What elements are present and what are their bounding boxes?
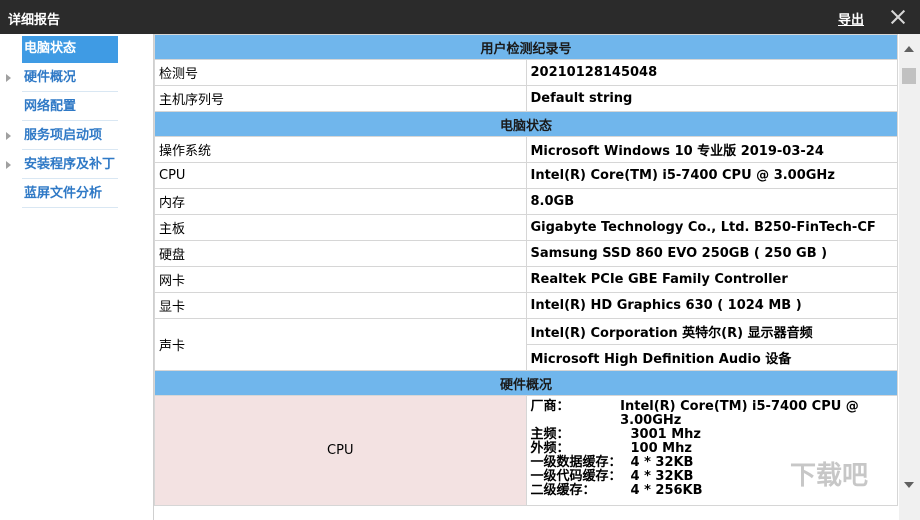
close-icon[interactable] [889, 8, 907, 26]
sidebar-item-label: 安装程序及补丁 [24, 157, 116, 172]
scroll-down-icon[interactable] [904, 482, 914, 488]
sidebar-item-network[interactable]: 网络配置 [22, 94, 118, 121]
table-row: CPU Intel(R) Core(TM) i5-7400 CPU @ 3.00G… [154, 162, 898, 189]
sidebar-item-bsod[interactable]: 蓝屏文件分析 [22, 181, 118, 208]
sidebar-item-label: 电脑状态 [24, 41, 77, 56]
table-row: 主机序列号 Default string [154, 85, 898, 112]
chevron-right-icon[interactable] [6, 132, 11, 140]
table-row: 主板 Gigabyte Technology Co., Ltd. B250-Fin… [154, 214, 898, 241]
scroll-up-icon[interactable] [904, 46, 914, 52]
table-row: 硬盘 Samsung SSD 860 EVO 250GB ( 250 GB ) [154, 240, 898, 267]
scroll-thumb[interactable] [902, 68, 916, 84]
sidebar-item-services[interactable]: 服务项启动项 [22, 123, 118, 150]
sidebar-item-installed[interactable]: 安装程序及补丁 [22, 152, 118, 179]
section-header-hardware: 硬件概况 [154, 370, 898, 396]
window-title: 详细报告 [8, 13, 61, 28]
watermark-logo: 下载吧 [790, 461, 869, 491]
sidebar-item-hardware[interactable]: 硬件概况 [22, 65, 118, 92]
sidebar-item-label: 服务项启动项 [24, 128, 103, 143]
table-row: 内存 8.0GB [154, 188, 898, 215]
table-row: 声卡 Intel(R) Corporation 英特尔(R) 显示器音频 [154, 318, 898, 371]
section-header-status: 电脑状态 [154, 111, 898, 137]
sidebar-item-label: 网络配置 [24, 99, 77, 114]
sidebar-item-label: 硬件概况 [24, 70, 77, 85]
report-table: 用户检测纪录号 检测号 20210128145048 主机序列号 Default s… [154, 34, 898, 506]
sidebar: 电脑状态 硬件概况 网络配置 服务项启动项 安装程序及补丁 蓝屏文件分析 [0, 34, 140, 520]
report-content: 用户检测纪录号 检测号 20210128145048 主机序列号 Default s… [153, 34, 899, 520]
chevron-right-icon[interactable] [6, 74, 11, 82]
sidebar-item-pc-status[interactable]: 电脑状态 [22, 36, 118, 63]
table-row: CPU 厂商： Intel(R) Core(TM) i5-7400 CPU @ 3… [154, 395, 898, 506]
sidebar-item-label: 蓝屏文件分析 [24, 186, 103, 201]
section-header-record: 用户检测纪录号 [154, 34, 898, 60]
table-row: 操作系统 Microsoft Windows 10 专业版 2019-03-24 [154, 136, 898, 163]
table-row: 显卡 Intel(R) HD Graphics 630 ( 1024 MB ) [154, 292, 898, 319]
scrollbar[interactable] [899, 34, 920, 520]
chevron-right-icon[interactable] [6, 161, 11, 169]
table-row: 检测号 20210128145048 [154, 59, 898, 86]
title-bar: 详细报告 导出 [0, 0, 920, 34]
table-row: 网卡 Realtek PCIe GBE Family Controller [154, 266, 898, 293]
export-button[interactable]: 导出 [838, 9, 864, 28]
